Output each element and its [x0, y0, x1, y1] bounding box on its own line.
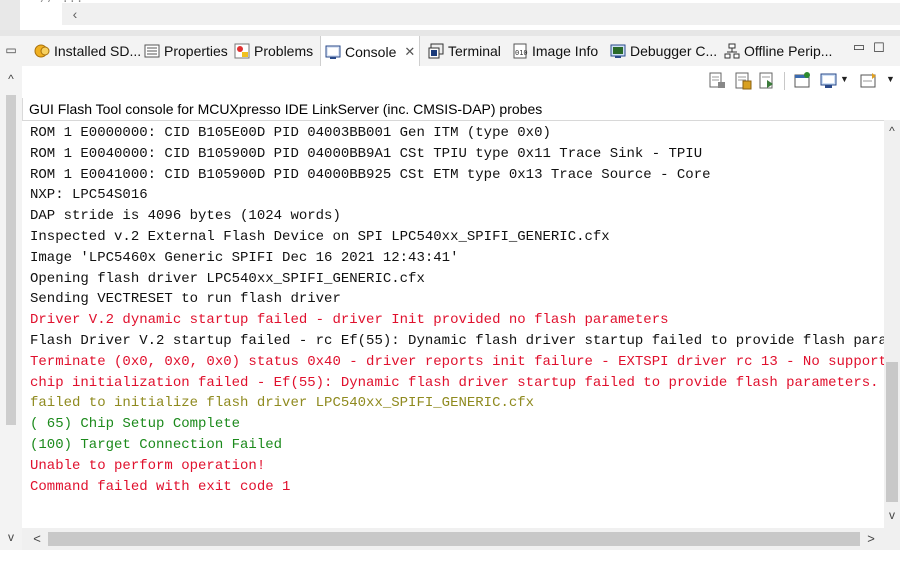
- scroll-right-arrow[interactable]: >: [862, 530, 880, 548]
- left-scrollbar-thumb[interactable]: [6, 95, 16, 425]
- console-line: Command failed with exit code 1: [30, 478, 291, 495]
- console-line: ROM 1 E0000000: CID B105E00D PID 04003BB…: [30, 125, 551, 141]
- word-wrap-icon[interactable]: [758, 72, 776, 90]
- tab-label: Problems: [254, 43, 314, 59]
- tab-installed-sdks[interactable]: Installed SD...: [34, 36, 141, 66]
- console-line: (100) Target Connection Failed: [30, 436, 283, 453]
- console-line: Image 'LPC5460x Generic SPIFI Dec 16 202…: [30, 249, 459, 266]
- console-line: Opening flash driver LPC540xx_SPIFI_GENE…: [30, 270, 425, 287]
- debugger-console-icon: [610, 43, 626, 59]
- bottom-strip: [0, 550, 900, 561]
- left-scroll-down-arrow[interactable]: v: [2, 528, 20, 546]
- scroll-down-arrow[interactable]: v: [884, 506, 900, 524]
- console-line: ( 65) Chip Setup Complete: [30, 416, 241, 433]
- editor-horizontal-scrollbar[interactable]: [62, 3, 900, 25]
- open-console-dropdown-icon[interactable]: ▼: [886, 74, 895, 84]
- editor-scroll-left-arrow[interactable]: ‹: [66, 3, 84, 25]
- toolbar-separator: [784, 72, 785, 90]
- tab-properties[interactable]: Properties: [144, 36, 228, 66]
- tab-label: Properties: [164, 43, 228, 59]
- properties-icon: [144, 43, 160, 59]
- view-tab-bar: Installed SD... Properties Problems Cons…: [22, 36, 900, 67]
- editor-gutter: [0, 0, 20, 30]
- terminal-icon: [428, 43, 444, 59]
- open-console-icon[interactable]: [860, 72, 878, 90]
- console-line: Terminate (0x0, 0x0, 0x0) status 0x40 - …: [30, 353, 884, 370]
- minimize-view-button[interactable]: ▭: [850, 38, 868, 58]
- console-line: chip initialization failed - Ef(55): Dyn…: [30, 374, 879, 391]
- console-line: ROM 1 E0041000: CID B105900D PID 04000BB…: [30, 166, 711, 183]
- tab-terminal[interactable]: Terminal: [428, 36, 501, 66]
- console-line: Unable to perform operation!: [30, 457, 266, 474]
- console-output[interactable]: ROM 1 E0000000: CID B105E00D PID 04003BB…: [22, 120, 884, 529]
- display-selected-console-icon[interactable]: [820, 72, 838, 90]
- tab-label: Terminal: [448, 43, 501, 59]
- console-line: DAP stride is 4096 bytes (1024 words): [30, 208, 341, 225]
- tab-label: Image Info: [532, 43, 599, 59]
- console-line: ROM 1 E0040000: CID B105900D PID 04000BB…: [30, 145, 703, 162]
- console-line: Sending VECTRESET to run flash driver: [30, 291, 341, 308]
- console-line: NXP: LPC54S016: [30, 187, 148, 204]
- left-scroll-up-arrow[interactable]: ^: [2, 70, 20, 88]
- console-icon: [325, 44, 341, 60]
- console-line: Flash Driver V.2 startup failed - rc Ef(…: [30, 332, 884, 349]
- tab-offline-peripherals[interactable]: Offline Perip...: [724, 36, 832, 66]
- scroll-lock-icon[interactable]: [734, 72, 752, 90]
- tab-label: Offline Perip...: [744, 43, 833, 59]
- tab-image-info[interactable]: 010 Image Info: [512, 36, 598, 66]
- close-icon[interactable]: ✕: [404, 44, 415, 60]
- horizontal-scrollbar-thumb[interactable]: [48, 532, 860, 546]
- image-info-icon: 010: [512, 43, 528, 59]
- offline-peripherals-icon: [724, 43, 740, 59]
- console-lines: ROM 1 E0000000: CID B105E00D PID 04003BB…: [30, 123, 884, 497]
- installed-sdks-icon: [34, 43, 50, 59]
- pin-console-icon[interactable]: [794, 72, 812, 90]
- tab-debugger-console[interactable]: Debugger C...: [610, 36, 717, 66]
- scroll-up-arrow[interactable]: ^: [884, 122, 900, 140]
- tab-label: Debugger C...: [630, 43, 718, 59]
- tab-label: Console: [345, 43, 397, 60]
- tab-console[interactable]: Console ✕: [320, 36, 421, 67]
- left-minimize-button[interactable]: ▭: [2, 40, 20, 60]
- console-line: failed to initialize flash driver LPC540…: [30, 395, 535, 412]
- console-line: Driver V.2 dynamic startup failed - driv…: [30, 312, 669, 329]
- svg-text:010: 010: [515, 49, 528, 57]
- console-line: Inspected v.2 External Flash Device on S…: [30, 228, 610, 245]
- console-title: GUI Flash Tool console for MCUXpresso ID…: [29, 101, 543, 117]
- scroll-left-arrow[interactable]: <: [28, 530, 46, 548]
- maximize-view-button[interactable]: ☐: [870, 38, 888, 58]
- tab-label: Installed SD...: [54, 43, 142, 59]
- vertical-scrollbar-thumb[interactable]: [886, 362, 898, 502]
- problems-icon: [234, 43, 250, 59]
- tab-problems[interactable]: Problems: [234, 36, 313, 66]
- display-console-dropdown-icon[interactable]: ▼: [840, 74, 849, 84]
- clear-console-icon[interactable]: [708, 72, 726, 90]
